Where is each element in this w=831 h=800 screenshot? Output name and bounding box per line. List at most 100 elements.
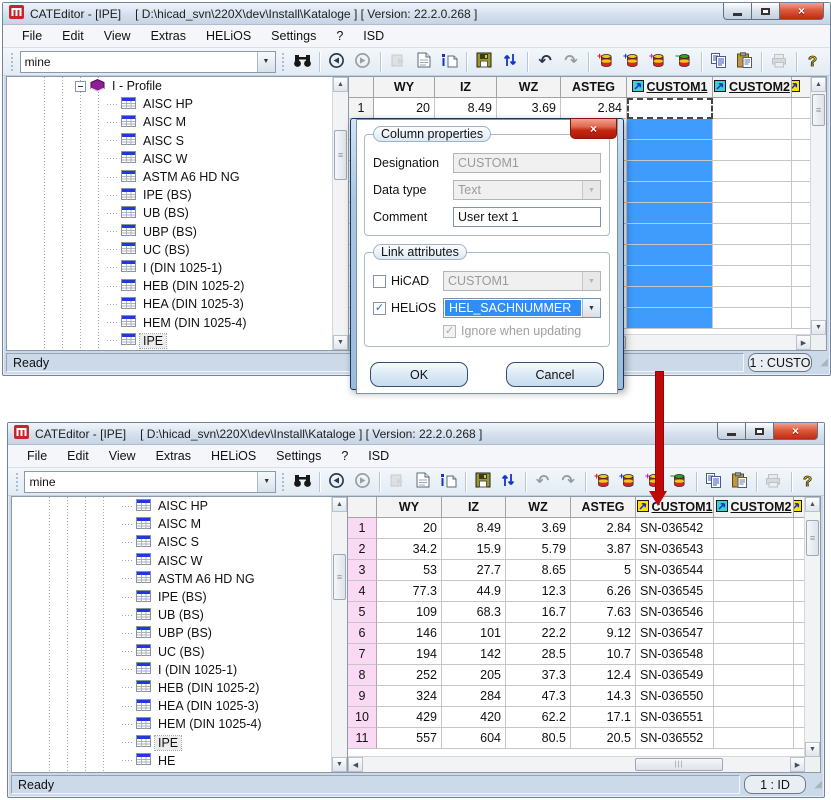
- sort-button[interactable]: [498, 49, 522, 74]
- cell-empty[interactable]: [713, 245, 792, 266]
- column-header-wz[interactable]: WZ: [506, 497, 571, 518]
- menu-item-helios[interactable]: HELiOS: [202, 447, 265, 465]
- helios-checkbox[interactable]: ✓: [373, 302, 386, 315]
- nav-back-button[interactable]: [325, 49, 349, 74]
- tree-item-astm-a6-hd-ng[interactable]: ASTM A6 HD NG: [12, 570, 331, 588]
- menu-item-edit[interactable]: Edit: [58, 447, 98, 465]
- tree-item-uc-bs[interactable]: UC (BS): [7, 241, 332, 259]
- scroll-up-button[interactable]: ▲: [805, 497, 820, 512]
- table-vertical-scrollbar[interactable]: ▲≡▼: [804, 497, 820, 757]
- menu-item-extras[interactable]: Extras: [142, 27, 195, 45]
- cell-asteg[interactable]: 9.12: [571, 623, 636, 644]
- cell-iz[interactable]: 8.49: [442, 518, 506, 539]
- menu-item-isd[interactable]: ISD: [354, 27, 393, 45]
- menu-item-isd[interactable]: ISD: [359, 447, 398, 465]
- tree-item-i-din-1025-1[interactable]: I (DIN 1025-1): [7, 259, 332, 277]
- db-remove-green-button[interactable]: −: [667, 469, 691, 494]
- cell-iz[interactable]: 27.7: [442, 560, 506, 581]
- cell-wy[interactable]: 20: [374, 98, 435, 119]
- tree-item-ipe-bs[interactable]: IPE (BS): [12, 588, 331, 606]
- menu-item-view[interactable]: View: [100, 447, 145, 465]
- selected-column-cell[interactable]: [627, 287, 713, 308]
- title-bar[interactable]: CATEditor - [IPE] [ D:\hicad_svn\220X\de…: [3, 3, 830, 25]
- row-number-cell[interactable]: 2: [348, 539, 377, 560]
- row-number-cell[interactable]: 1: [348, 518, 377, 539]
- scroll-thumb[interactable]: ≡: [812, 94, 825, 126]
- cell-empty[interactable]: [713, 266, 792, 287]
- selected-column-cell[interactable]: [627, 182, 713, 203]
- row-number-cell[interactable]: 4: [348, 581, 377, 602]
- menu-item-extras[interactable]: Extras: [147, 447, 200, 465]
- cell-iz[interactable]: 142: [442, 644, 506, 665]
- column-header-wy[interactable]: WY: [374, 77, 435, 98]
- menu-item-help[interactable]: ?: [332, 447, 357, 465]
- cell-asteg[interactable]: 2.84: [561, 98, 627, 119]
- cell-custom2[interactable]: [713, 98, 792, 119]
- cell-asteg[interactable]: 3.87: [571, 539, 636, 560]
- helios-attribute-select[interactable]: HEL_SACHNUMMER ▼: [443, 298, 601, 318]
- cell-asteg[interactable]: 2.84: [571, 518, 636, 539]
- cell-wz[interactable]: 47.3: [506, 686, 571, 707]
- column-header-custom2[interactable]: CUSTOM2: [713, 77, 792, 98]
- cell-wz[interactable]: 8.65: [506, 560, 571, 581]
- paste-button[interactable]: [732, 49, 756, 74]
- row-number-cell[interactable]: 11: [348, 728, 377, 749]
- column-header-wz[interactable]: WZ: [497, 77, 561, 98]
- tree-vertical-scrollbar[interactable]: ▲≡▼: [331, 497, 347, 772]
- cell-empty[interactable]: [713, 308, 792, 329]
- dialog-close-button[interactable]: ×: [570, 118, 617, 139]
- scroll-right-button[interactable]: ▶: [790, 757, 805, 772]
- column-header-custom2[interactable]: CUSTOM2: [714, 497, 794, 518]
- chevron-down-icon[interactable]: ▼: [257, 472, 275, 492]
- paste-button[interactable]: [727, 469, 751, 494]
- selected-column-cell[interactable]: [627, 224, 713, 245]
- cell-custom2[interactable]: [714, 539, 794, 560]
- cell-wz[interactable]: 3.69: [506, 518, 571, 539]
- cell-custom2[interactable]: [714, 644, 794, 665]
- cell-wz[interactable]: 80.5: [506, 728, 571, 749]
- cell-wy[interactable]: 194: [377, 644, 442, 665]
- cell-custom2[interactable]: [714, 707, 794, 728]
- cell-custom1[interactable]: SN-036543: [636, 539, 714, 560]
- resize-grip-icon[interactable]: ◢: [816, 358, 828, 368]
- save-button[interactable]: [472, 49, 496, 74]
- tree-item-hea-din-1025-3[interactable]: HEA (DIN 1025-3): [7, 295, 332, 313]
- cell-iz[interactable]: 284: [442, 686, 506, 707]
- tree-item-heb-din-1025-2[interactable]: HEB (DIN 1025-2): [7, 277, 332, 295]
- selected-column-cell[interactable]: [627, 245, 713, 266]
- menu-item-help[interactable]: ?: [327, 27, 352, 45]
- tree-item-i-din-1025-1[interactable]: I (DIN 1025-1): [12, 661, 331, 679]
- scroll-track[interactable]: ≡: [333, 92, 348, 335]
- db-add-magenta-button[interactable]: +: [646, 49, 670, 74]
- help-button[interactable]: ?: [802, 49, 826, 74]
- tree-item-ub-bs[interactable]: UB (BS): [12, 606, 331, 624]
- scroll-down-button[interactable]: ▼: [333, 335, 348, 350]
- tree-item-aisc-w[interactable]: AISC W: [12, 552, 331, 570]
- cell-asteg[interactable]: 5: [571, 560, 636, 581]
- cell-iz[interactable]: 68.3: [442, 602, 506, 623]
- cell-empty[interactable]: [713, 203, 792, 224]
- menu-item-helios[interactable]: HELiOS: [197, 27, 260, 45]
- tree-item-aisc-s[interactable]: AISC S: [12, 533, 331, 551]
- insert-reference-button[interactable]: [436, 469, 460, 494]
- cell-wz[interactable]: 5.79: [506, 539, 571, 560]
- tree-item-aisc-hp[interactable]: AISC HP: [12, 497, 331, 515]
- scroll-track[interactable]: ≡: [805, 512, 820, 742]
- cell-wy[interactable]: 34.2: [377, 539, 442, 560]
- cell-wy[interactable]: 429: [377, 707, 442, 728]
- selected-column-cell[interactable]: [627, 266, 713, 287]
- cell-custom2[interactable]: [714, 581, 794, 602]
- tree-item-aisc-hp[interactable]: AISC HP: [7, 95, 332, 113]
- cell-custom2[interactable]: [714, 602, 794, 623]
- menu-item-file[interactable]: File: [18, 447, 56, 465]
- save-button[interactable]: [471, 469, 495, 494]
- new-document-button[interactable]: [411, 469, 435, 494]
- sort-button[interactable]: [496, 469, 520, 494]
- cell-wz[interactable]: 37.3: [506, 665, 571, 686]
- tree-item-heb-din-1025-2[interactable]: HEB (DIN 1025-2): [12, 679, 331, 697]
- scroll-up-button[interactable]: ▲: [333, 77, 348, 92]
- tree-item-ubp-bs[interactable]: UBP (BS): [12, 624, 331, 642]
- resize-grip-icon[interactable]: ◢: [810, 780, 822, 790]
- scroll-thumb[interactable]: |||: [635, 758, 723, 771]
- db-add-blue-button[interactable]: +: [620, 49, 644, 74]
